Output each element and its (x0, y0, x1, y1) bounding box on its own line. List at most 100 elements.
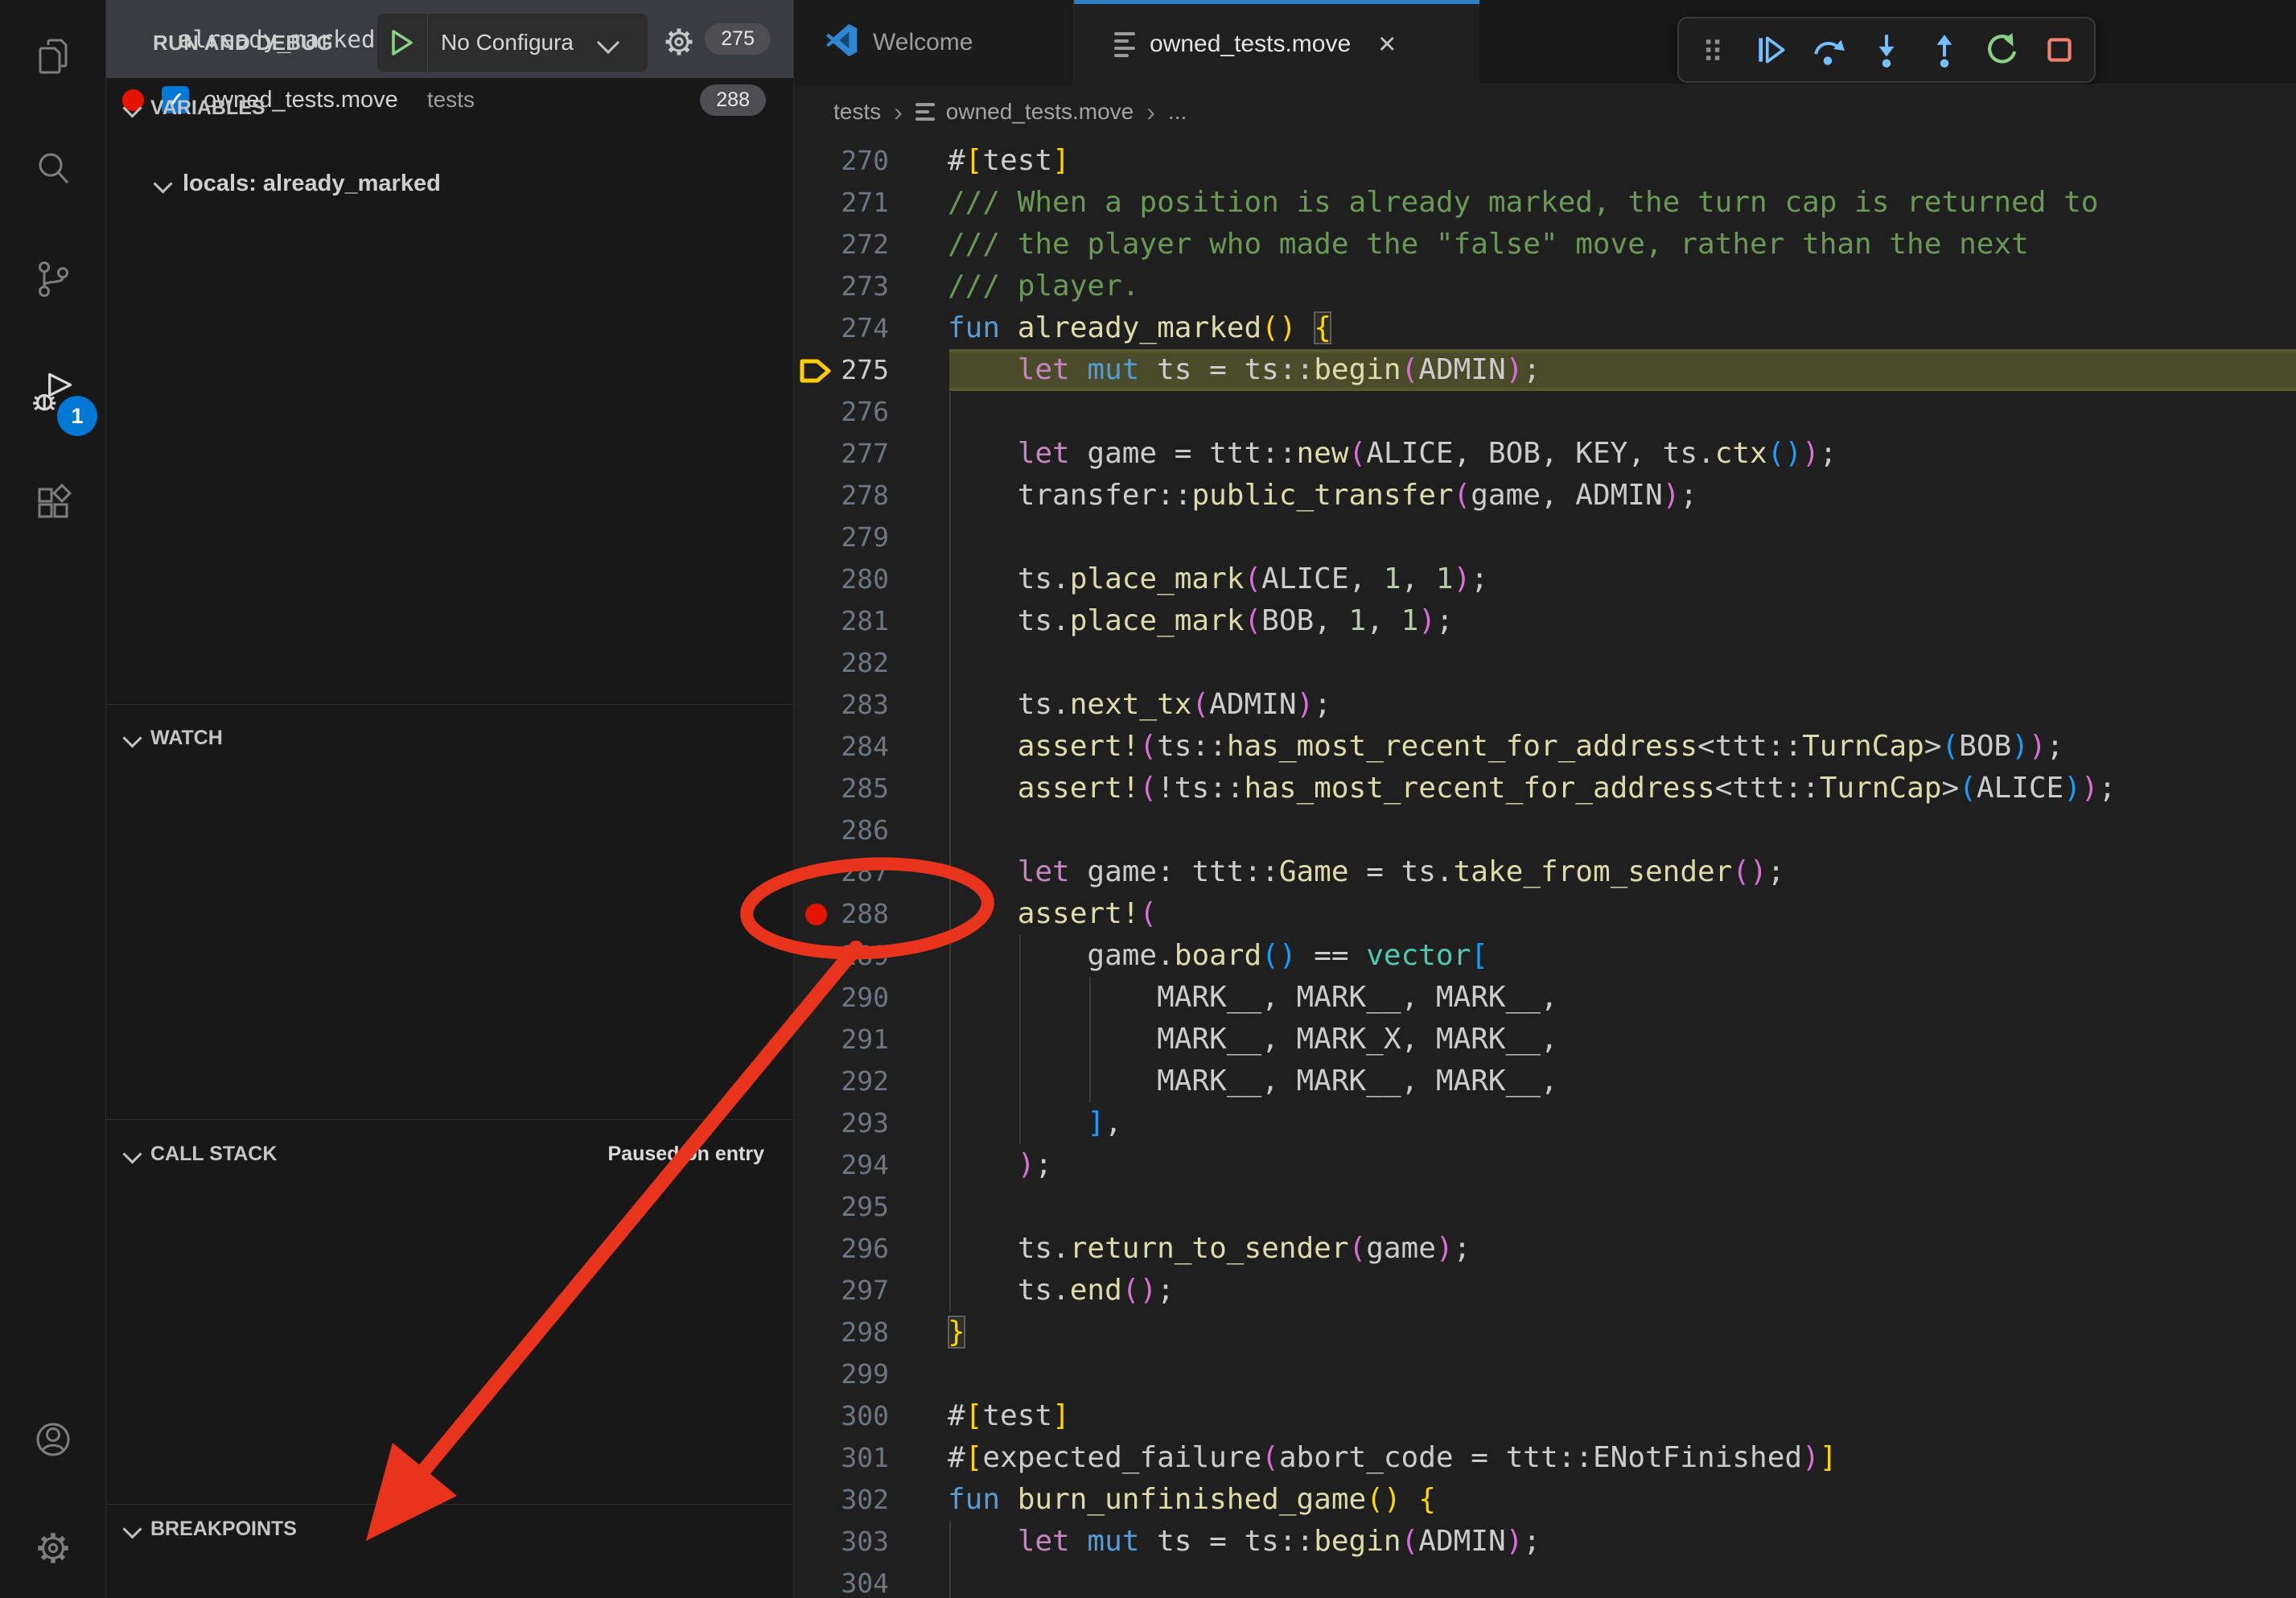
code-text[interactable]: #[expected_failure(abort_code = ttt::ENo… (948, 1437, 1837, 1479)
line-number[interactable]: 299 (809, 1353, 889, 1395)
accounts-icon[interactable] (0, 1399, 105, 1480)
section-header-watch[interactable]: WATCH (125, 727, 223, 750)
explorer-icon[interactable] (0, 16, 105, 97)
code-line-292: 292 MARK__, MARK__, MARK__, (794, 1061, 2296, 1102)
frame-line-badge: 275 (705, 23, 771, 55)
code-text[interactable]: /// player. (948, 266, 1139, 307)
code-text[interactable]: } (948, 1312, 965, 1353)
code-text[interactable]: transfer::public_transfer(game, ADMIN); (948, 475, 1697, 517)
line-number[interactable]: 281 (809, 600, 889, 642)
code-text[interactable]: let mut ts = ts::begin(ADMIN); (948, 349, 1541, 391)
line-number[interactable]: 303 (809, 1521, 889, 1563)
line-number[interactable]: 298 (809, 1312, 889, 1353)
line-number[interactable]: 276 (809, 391, 889, 433)
line-number[interactable]: 283 (809, 684, 889, 726)
section-header-call-stack[interactable]: CALL STACK (125, 1143, 277, 1166)
code-text[interactable]: /// When a position is already marked, t… (948, 182, 2098, 224)
code-text[interactable]: fun already_marked() { (948, 307, 1331, 349)
debug-settings-gear-icon[interactable] (661, 24, 697, 64)
line-number[interactable]: 286 (809, 809, 889, 851)
line-number[interactable]: 291 (809, 1019, 889, 1061)
code-text[interactable]: #[test] (948, 140, 1070, 182)
code-line-278: 278 transfer::public_transfer(game, ADMI… (794, 475, 2296, 517)
code-line-295: 295 (794, 1186, 2296, 1228)
line-number[interactable]: 297 (809, 1270, 889, 1312)
code-editor[interactable]: 270 #[test] 271 /// When a position is alre… (794, 0, 2296, 1598)
line-number[interactable]: 293 (809, 1102, 889, 1144)
line-number[interactable]: 273 (809, 266, 889, 307)
code-text[interactable]: let mut ts = ts::begin(ADMIN); (948, 1521, 1541, 1563)
line-number[interactable]: 300 (809, 1395, 889, 1437)
line-number[interactable]: 301 (809, 1437, 889, 1479)
extensions-icon[interactable] (0, 463, 105, 543)
code-line-280: 280 ts.place_mark(ALICE, 1, 1); (794, 558, 2296, 600)
chevron-down-icon (122, 1519, 142, 1538)
code-text[interactable]: ts.place_mark(ALICE, 1, 1); (948, 558, 1488, 600)
code-line-287: 287 let game: ttt::Game = ts.take_from_s… (794, 851, 2296, 893)
line-number[interactable]: 304 (809, 1563, 889, 1598)
code-line-272: 272 /// the player who made the "false" m… (794, 224, 2296, 266)
source-control-icon[interactable] (0, 239, 105, 319)
code-line-271: 271 /// When a position is already marked… (794, 182, 2296, 224)
code-text[interactable]: ); (948, 1144, 1052, 1186)
code-text[interactable]: ts.return_to_sender(game); (948, 1228, 1471, 1270)
code-text[interactable]: MARK__, MARK_X, MARK__, (948, 1019, 1558, 1061)
sidebar-title: RUN AND DEBUG (153, 31, 333, 56)
start-debugging-icon[interactable] (377, 14, 428, 72)
code-text[interactable]: game.board() == vector[ (948, 935, 1488, 977)
debug-config-dropdown[interactable]: No Configura (376, 13, 648, 72)
line-number[interactable]: 288 (809, 893, 889, 935)
code-line-282: 282 (794, 642, 2296, 684)
code-text[interactable]: ], (948, 1102, 1122, 1144)
settings-gear-icon[interactable] (0, 1508, 105, 1588)
line-number[interactable]: 289 (809, 935, 889, 977)
section-divider (106, 1119, 793, 1120)
line-number[interactable]: 287 (809, 851, 889, 893)
breakpoint-line-badge: 288 (700, 84, 766, 116)
code-line-286: 286 (794, 809, 2296, 851)
code-text[interactable]: ts.next_tx(ADMIN); (948, 684, 1331, 726)
line-number[interactable]: 285 (809, 768, 889, 809)
code-text[interactable]: fun burn_unfinished_game() { (948, 1479, 1436, 1521)
line-number[interactable]: 274 (809, 307, 889, 349)
line-number[interactable]: 275 (809, 349, 889, 391)
code-text[interactable]: MARK__, MARK__, MARK__, (948, 977, 1558, 1019)
code-text[interactable]: /// the player who made the "false" move… (948, 224, 2029, 266)
line-number[interactable]: 296 (809, 1228, 889, 1270)
code-text[interactable]: let game: ttt::Game = ts.take_from_sende… (948, 851, 1784, 893)
paused-status: Paused on entry (608, 1143, 765, 1166)
line-number[interactable]: 280 (809, 558, 889, 600)
line-number[interactable]: 277 (809, 433, 889, 475)
line-number[interactable]: 282 (809, 642, 889, 684)
locals-scope-row[interactable]: locals: already_marked (156, 171, 441, 197)
code-text[interactable]: assert!(ts::has_most_recent_for_address<… (948, 726, 2064, 768)
code-text[interactable]: assert!(!ts::has_most_recent_for_address… (948, 768, 2116, 809)
line-number[interactable]: 279 (809, 517, 889, 558)
section-header-variables[interactable]: VARIABLES (125, 97, 265, 120)
code-line-281: 281 ts.place_mark(BOB, 1, 1); (794, 600, 2296, 642)
code-line-298: 298} (794, 1312, 2296, 1353)
code-text[interactable]: ts.place_mark(BOB, 1, 1); (948, 600, 1454, 642)
line-number[interactable]: 290 (809, 977, 889, 1019)
code-line-275: 275 let mut ts = ts::begin(ADMIN); (794, 349, 2296, 391)
line-number[interactable]: 292 (809, 1061, 889, 1102)
line-number[interactable]: 278 (809, 475, 889, 517)
code-line-296: 296 ts.return_to_sender(game); (794, 1228, 2296, 1270)
line-number[interactable]: 295 (809, 1186, 889, 1228)
code-text[interactable]: MARK__, MARK__, MARK__, (948, 1061, 1558, 1102)
section-header-breakpoints[interactable]: BREAKPOINTS (125, 1518, 297, 1541)
line-number[interactable]: 302 (809, 1479, 889, 1521)
line-number[interactable]: 270 (809, 140, 889, 182)
run-and-debug-sidebar: RUN AND DEBUG No Configura ··· VARIABLES… (106, 0, 794, 1598)
line-number[interactable]: 294 (809, 1144, 889, 1186)
code-line-285: 285 assert!(!ts::has_most_recent_for_add… (794, 768, 2296, 809)
code-line-276: 276 (794, 391, 2296, 433)
code-text[interactable]: #[test] (948, 1395, 1070, 1437)
line-number[interactable]: 271 (809, 182, 889, 224)
code-text[interactable]: assert!( (948, 893, 1157, 935)
code-text[interactable]: ts.end(); (948, 1270, 1175, 1312)
search-icon[interactable] (0, 129, 105, 209)
line-number[interactable]: 284 (809, 726, 889, 768)
code-text[interactable]: let game = ttt::new(ALICE, BOB, KEY, ts.… (948, 433, 1837, 475)
line-number[interactable]: 272 (809, 224, 889, 266)
